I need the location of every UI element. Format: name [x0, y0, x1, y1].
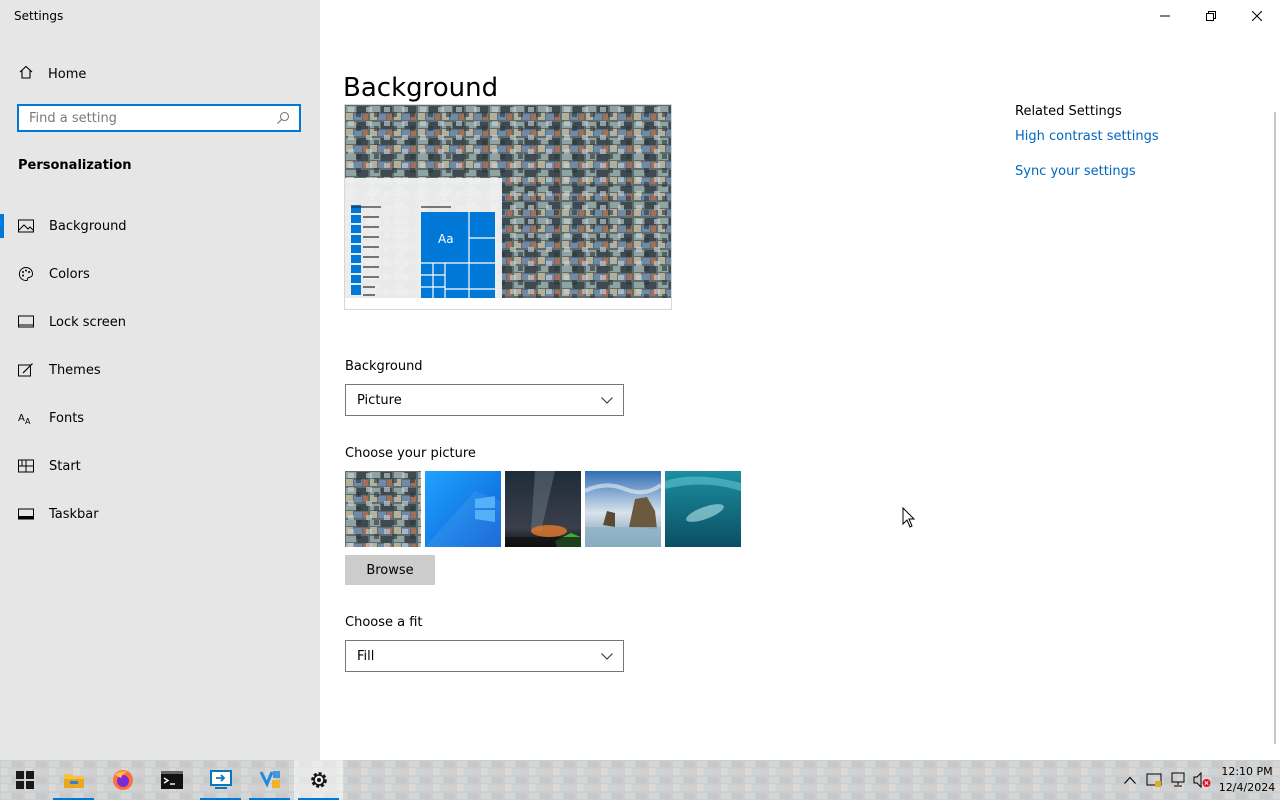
start-icon [18, 458, 34, 474]
volume-button[interactable] [1190, 760, 1214, 800]
terminal-icon [160, 771, 183, 789]
tray-app-icon [1146, 773, 1162, 787]
sidebar-item-taskbar[interactable]: Taskbar [0, 490, 320, 538]
restore-button[interactable] [1188, 0, 1234, 32]
picture-thumbnail[interactable] [345, 471, 421, 547]
taskbar-icon [18, 506, 34, 522]
clock-date: 12/4/2024 [1218, 781, 1276, 794]
sync-settings-link[interactable]: Sync your settings [1015, 164, 1159, 179]
remote-desktop-icon [209, 770, 232, 789]
start-button[interactable] [0, 760, 49, 800]
taskbar-clock[interactable]: 12:10 PM 12/4/2024 [1214, 764, 1280, 796]
terminal-button[interactable] [147, 760, 196, 800]
section-label: Personalization [18, 158, 132, 173]
network-icon [1171, 772, 1185, 787]
volume-muted-icon [1193, 772, 1211, 788]
show-hidden-icons-button[interactable] [1118, 760, 1142, 800]
search-input[interactable] [27, 106, 273, 130]
nav-list: Background Colors Lock screen Themes AA … [0, 202, 320, 538]
settings-icon [310, 772, 327, 788]
thumbnail-mosaic [345, 471, 421, 547]
fit-select-value: Fill [357, 648, 375, 664]
system-tray: 12:10 PM 12/4/2024 [1118, 760, 1280, 800]
search-box[interactable] [17, 104, 301, 132]
windows-logo-icon [15, 771, 34, 789]
restore-icon [1206, 11, 1216, 21]
firefox-icon [112, 770, 133, 790]
fit-select[interactable]: Fill [345, 640, 624, 672]
scrollbar[interactable] [1274, 112, 1276, 744]
sidebar-item-label: Colors [49, 266, 90, 282]
picture-thumbnail[interactable] [665, 471, 741, 547]
sidebar-item-label: Themes [49, 362, 101, 378]
window-title: Settings [14, 9, 64, 23]
svg-text:A: A [25, 417, 31, 425]
related-settings-title: Related Settings [1015, 104, 1122, 119]
chevron-up-icon [1124, 776, 1136, 784]
taskbar-apps [0, 760, 343, 800]
lock-screen-icon [18, 314, 34, 330]
file-explorer-icon [63, 774, 84, 788]
background-label: Background [345, 359, 423, 374]
choose-fit-label: Choose a fit [345, 615, 423, 630]
picture-thumbnail[interactable] [505, 471, 581, 547]
file-explorer-button[interactable] [49, 760, 98, 800]
sidebar-item-background[interactable]: Background [0, 202, 320, 250]
sidebar-item-start[interactable]: Start [0, 442, 320, 490]
palette-icon [18, 266, 34, 282]
home-label: Home [48, 66, 87, 82]
sidebar-item-colors[interactable]: Colors [0, 250, 320, 298]
sidebar-item-fonts[interactable]: AA Fonts [0, 394, 320, 442]
choose-picture-label: Choose your picture [345, 446, 476, 461]
thumbnail-beach [585, 471, 661, 547]
picture-thumbnail[interactable] [425, 471, 501, 547]
themes-icon [18, 362, 34, 378]
sidebar-item-label: Fonts [49, 410, 85, 426]
settings-button[interactable] [294, 760, 343, 800]
background-select-value: Picture [357, 392, 402, 408]
remote-desktop-button[interactable] [196, 760, 245, 800]
sidebar: Settings Home Personalization Background… [0, 0, 320, 760]
picture-thumbnails [345, 471, 741, 547]
sidebar-item-label: Lock screen [49, 314, 126, 330]
home-nav-item[interactable]: Home [18, 64, 86, 84]
browse-button[interactable]: Browse [345, 555, 435, 585]
taskbar: 12:10 PM 12/4/2024 [0, 760, 1280, 800]
sidebar-item-label: Start [49, 458, 81, 474]
sidebar-item-label: Taskbar [49, 506, 99, 522]
network-button[interactable] [1166, 760, 1190, 800]
preview-tile-text: Aa [438, 232, 454, 246]
thumbnail-night-sky [505, 471, 581, 547]
close-icon [1252, 11, 1262, 21]
clock-time: 12:10 PM [1221, 765, 1273, 778]
sidebar-item-label: Background [49, 218, 127, 234]
close-button[interactable] [1234, 0, 1280, 32]
sidebar-item-lock-screen[interactable]: Lock screen [0, 298, 320, 346]
mouse-cursor-icon [902, 506, 916, 533]
tray-app-button[interactable] [1142, 760, 1166, 800]
preview-wallpaper: Aa [345, 105, 671, 309]
desktop-preview: Aa [344, 104, 672, 310]
sidebar-item-themes[interactable]: Themes [0, 346, 320, 394]
visual-studio-icon [259, 771, 280, 788]
page-title: Background [343, 73, 499, 104]
thumbnail-underwater [665, 471, 741, 547]
search-icon[interactable] [273, 111, 293, 125]
svg-text:A: A [18, 413, 25, 424]
chevron-down-icon [601, 393, 613, 408]
minimize-icon [1160, 15, 1170, 17]
picture-icon [18, 218, 34, 234]
minimize-button[interactable] [1142, 0, 1188, 32]
high-contrast-link[interactable]: High contrast settings [1015, 129, 1159, 144]
thumbnail-windows-blue [425, 471, 501, 547]
chevron-down-icon [601, 649, 613, 664]
picture-thumbnail[interactable] [585, 471, 661, 547]
window-controls [1142, 0, 1280, 32]
home-icon [18, 64, 34, 84]
related-settings: Related Settings High contrast settings … [1015, 104, 1159, 199]
fonts-icon: AA [18, 410, 34, 426]
background-select[interactable]: Picture [345, 384, 624, 416]
visual-studio-button[interactable] [245, 760, 294, 800]
firefox-button[interactable] [98, 760, 147, 800]
